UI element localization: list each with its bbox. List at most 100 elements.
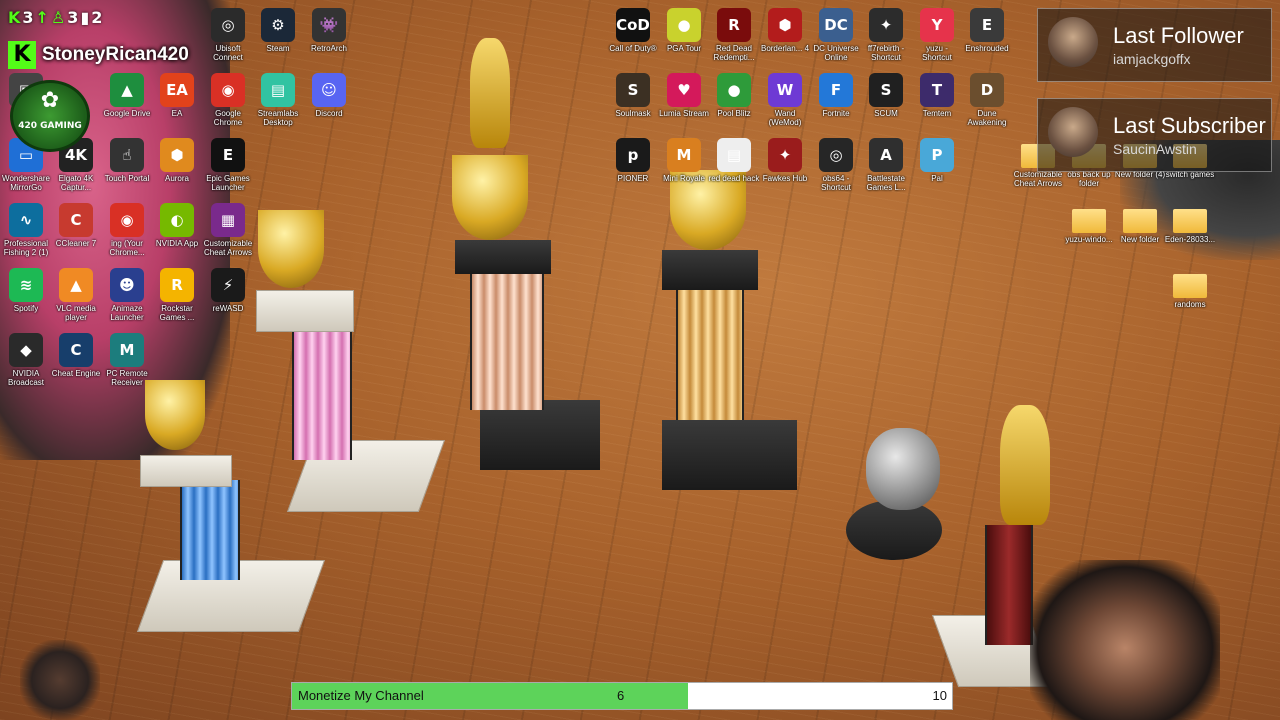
obs-icon: ◎: [819, 138, 853, 172]
desktop-icon[interactable]: ▤ red dead hack: [708, 138, 760, 200]
desktop-icon[interactable]: ⚙ Steam: [252, 8, 304, 70]
desktop-icon[interactable]: ● Pool Blitz: [708, 73, 760, 135]
desktop-icon[interactable]: Eden-28033...: [1164, 203, 1216, 265]
steam-icon: ⚙: [261, 8, 295, 42]
desktop-icon-label: Professional Fishing 2 (1): [3, 239, 49, 257]
trophy-column: [180, 480, 240, 580]
desktop-icon[interactable]: ∿ Professional Fishing 2 (1): [0, 203, 52, 265]
touch-portal-icon: ☝: [110, 138, 144, 172]
desktop-icon[interactable]: F Fortnite: [810, 73, 862, 135]
folder-icon: [1072, 209, 1106, 233]
desktop-icon[interactable]: D Dune Awakening: [961, 73, 1013, 135]
desktop-icon[interactable]: ◐ NVIDIA App: [151, 203, 203, 265]
desktop-icon[interactable]: ☻ Animaze Launcher: [101, 268, 153, 330]
desktop-icon[interactable]: E Enshrouded: [961, 8, 1013, 70]
desktop-icon[interactable]: E Epic Games Launcher: [202, 138, 254, 200]
spotify-icon: ≋: [9, 268, 43, 302]
desktop-icon[interactable]: A Battlestate Games L...: [860, 138, 912, 200]
desktop-icon-label: Temtem: [922, 109, 952, 118]
desktop-icon[interactable]: ⬢ Borderlan... 4: [759, 8, 811, 70]
last-follower-panel: Last Follower iamjackgoffx: [1037, 8, 1272, 82]
trophy-base: [140, 455, 232, 487]
desktop-icon[interactable]: P Pal: [911, 138, 963, 200]
desktop-icon-label: Battlestate Games L...: [866, 174, 906, 192]
borderlands-icon: ⬢: [768, 8, 802, 42]
desktop-icon[interactable]: 👾 RetroArch: [303, 8, 355, 70]
dc-universe-icon: DC: [819, 8, 853, 42]
desktop-icon[interactable]: ▤ Streamlabs Desktop: [252, 73, 304, 135]
desktop-icon-label: RetroArch: [310, 44, 347, 53]
discord-icon: ☺: [312, 73, 346, 107]
fishing-icon: ∿: [9, 203, 43, 237]
desktop-icon[interactable]: S SCUM: [860, 73, 912, 135]
desktop-icon[interactable]: ▦ Customizable Cheat Arrows: [202, 203, 254, 265]
desktop-icon[interactable]: randoms: [1164, 268, 1216, 330]
desktop-icon[interactable]: C CCleaner 7: [50, 203, 102, 265]
text-file-icon: ▤: [717, 138, 751, 172]
pool-blitz-icon: ●: [717, 73, 751, 107]
desktop-icon[interactable]: ⚡ reWASD: [202, 268, 254, 330]
desktop-icon[interactable]: ✦ ff7rebirth - Shortcut: [860, 8, 912, 70]
trophy-base: [256, 290, 354, 332]
nvidia-broadcast-icon: ◆: [9, 333, 43, 367]
desktop-icon[interactable]: New folder: [1114, 203, 1166, 265]
desktop-icon[interactable]: T Temtem: [911, 73, 963, 135]
goal-target: 10: [932, 688, 947, 703]
desktop-icon[interactable]: R Rockstar Games ...: [151, 268, 203, 330]
desktop-icon[interactable]: ☝ Touch Portal: [101, 138, 153, 200]
desktop-icon-label: PC Remote Receiver: [106, 369, 148, 387]
desktop-icon[interactable]: M Mini Royale: [658, 138, 710, 200]
desktop-icon-label: Soulmask: [615, 109, 651, 118]
desktop-icon[interactable]: ⬢ Aurora: [151, 138, 203, 200]
desktop-icon[interactable]: CoD Call of Duty®: [607, 8, 659, 70]
desktop-icon-label: Wondershare MirrorGo: [2, 174, 50, 192]
desktop-icon[interactable]: ◎ obs64 - Shortcut: [810, 138, 862, 200]
desktop-icon[interactable]: ≋ Spotify: [0, 268, 52, 330]
desktop-icon[interactable]: Yyuzu - Shortcut: [911, 8, 963, 70]
desktop-icon-label: Google Chrome: [213, 109, 243, 127]
wand-icon: W: [768, 73, 802, 107]
desktop-icon-label: New folder: [1120, 235, 1160, 244]
desktop-icon[interactable]: W Wand (WeMod): [759, 73, 811, 135]
desktop-icon[interactable]: yuzu-windo...: [1063, 203, 1115, 265]
desktop-icon[interactable]: C Cheat Engine: [50, 333, 102, 395]
folder-icon: [1173, 274, 1207, 298]
desktop-icon[interactable]: ☺ Discord: [303, 73, 355, 135]
counter-value: 3: [67, 7, 79, 27]
yuzu-icon: Y: [920, 8, 954, 42]
avatar: [1048, 17, 1098, 67]
desktop-icon-label: yuzu - Shortcut: [922, 44, 952, 62]
folder-icon: [1123, 209, 1157, 233]
desktop-icon[interactable]: ◎ Ubisoft Connect: [202, 8, 254, 70]
desktop-icon[interactable]: ♥ Lumia Stream: [658, 73, 710, 135]
desktop-icon-label: NVIDIA Broadcast: [7, 369, 45, 387]
trophy-figure: [1000, 405, 1050, 525]
desktop-icon[interactable]: ◆ NVIDIA Broadcast: [0, 333, 52, 395]
trophy-figure: [470, 38, 510, 148]
desktop-icon-label: Ubisoft Connect: [213, 44, 243, 62]
desktop-icon-label: obs64 - Shortcut: [821, 174, 851, 192]
desktop-icon[interactable]: R Red Dead Redempti...: [708, 8, 760, 70]
desktop-icon-label: Customizable Cheat Arrows: [1013, 170, 1063, 188]
desktop-icon-label: obs back up folder: [1067, 170, 1111, 188]
desktop-icon[interactable]: M PC Remote Receiver: [101, 333, 153, 395]
desktop-icon[interactable]: EA EA: [151, 73, 203, 135]
desktop-icon[interactable]: ◉ Google Chrome: [202, 73, 254, 135]
desktop-icon-label: Discord: [315, 109, 343, 118]
desktop-icon-label: Epic Games Launcher: [206, 174, 250, 192]
desktop-icon-label: CCleaner 7: [55, 239, 97, 248]
desktop-icon[interactable]: ✦ Fawkes Hub: [759, 138, 811, 200]
desktop-icon-label: PIONER: [617, 174, 649, 183]
desktop-icon[interactable]: S Soulmask: [607, 73, 659, 135]
last-subscriber-user: SaucinAwstin: [1113, 141, 1197, 157]
desktop-icon[interactable]: ▲ VLC media player: [50, 268, 102, 330]
desktop-icon[interactable]: ◉ ing (Your Chrome...: [101, 203, 153, 265]
desktop-icon[interactable]: DC DC Universe Online: [810, 8, 862, 70]
cheat-engine-icon: C: [59, 333, 93, 367]
pioner-icon: p: [616, 138, 650, 172]
desktop-icon[interactable]: ● PGA Tour: [658, 8, 710, 70]
desktop-icon[interactable]: p PIONER: [607, 138, 659, 200]
desktop-icon-label: red dead hack: [708, 174, 760, 183]
desktop-icon[interactable]: ▲ Google Drive: [101, 73, 153, 135]
google-drive-icon: ▲: [110, 73, 144, 107]
